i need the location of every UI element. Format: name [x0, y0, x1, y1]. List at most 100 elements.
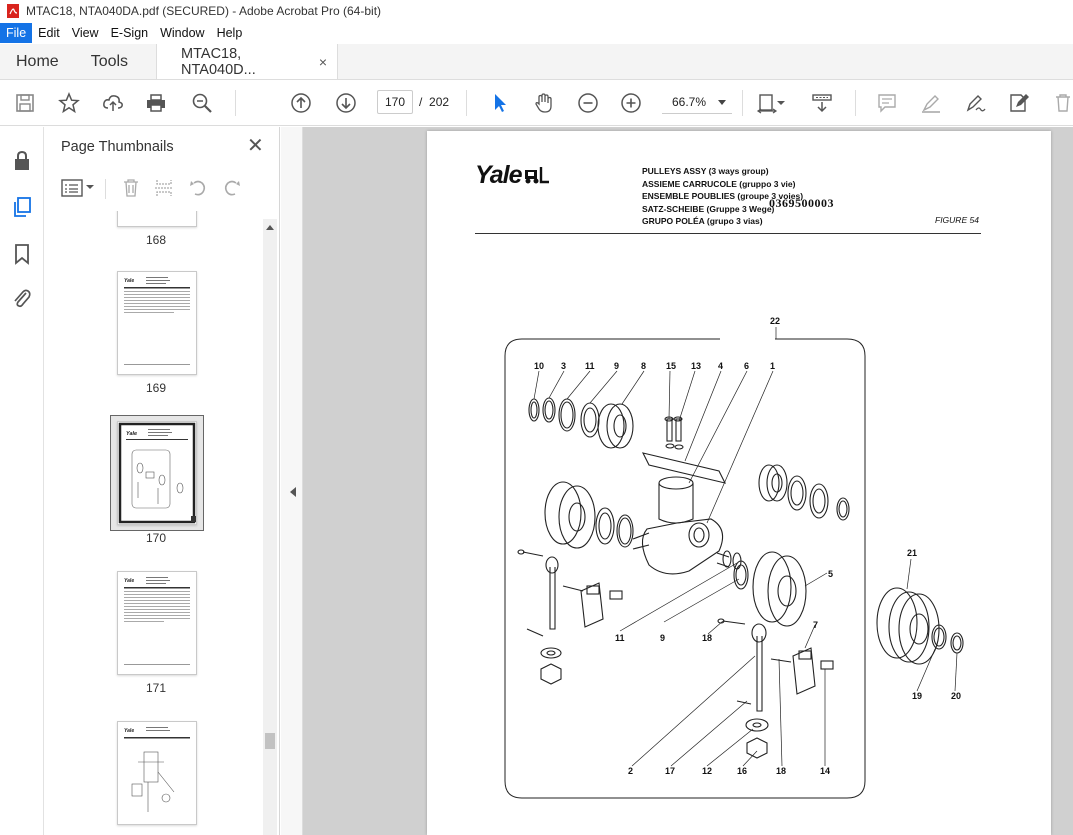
print-icon[interactable] — [144, 91, 168, 115]
thumbnail-scrollbar[interactable] — [263, 219, 277, 835]
svg-text:6: 6 — [744, 361, 749, 371]
svg-text:20: 20 — [951, 691, 961, 701]
title-bar: MTAC18, NTA040DA.pdf (SECURED) - Adobe A… — [0, 0, 1073, 22]
page-thumbnails-icon[interactable] — [10, 195, 34, 219]
svg-text:1: 1 — [770, 361, 775, 371]
window-title: MTAC18, NTA040DA.pdf (SECURED) - Adobe A… — [26, 4, 382, 18]
menu-view[interactable]: View — [66, 23, 105, 43]
thumbnail-options-icon[interactable] — [61, 179, 83, 197]
svg-text:22: 22 — [770, 316, 780, 326]
thumbnail-page-170[interactable]: Yale — [117, 421, 197, 525]
svg-text:Yale: Yale — [124, 578, 134, 584]
svg-text:18: 18 — [776, 766, 786, 776]
svg-text:Yale: Yale — [126, 431, 137, 437]
chevron-down-icon[interactable] — [86, 183, 94, 191]
exploded-parts-diagram: 22 10 3 11 9 8 15 13 4 6 1 5 21 11 9 18 … — [504, 316, 964, 799]
thumbnail-label: 170 — [145, 531, 167, 545]
menu-edit[interactable]: Edit — [32, 23, 66, 43]
scroll-mode-icon[interactable] — [810, 91, 834, 115]
menu-help[interactable]: Help — [211, 23, 249, 43]
highlight-pen-icon[interactable] — [919, 91, 943, 115]
svg-text:8: 8 — [641, 361, 646, 371]
left-navigation-rail — [0, 127, 44, 835]
svg-text:16: 16 — [737, 766, 747, 776]
cloud-upload-icon[interactable] — [101, 91, 125, 115]
svg-text:5: 5 — [828, 569, 833, 579]
tab-close-icon[interactable]: × — [319, 54, 327, 70]
lock-icon[interactable] — [10, 149, 34, 173]
svg-text:21: 21 — [907, 548, 917, 558]
svg-text:14: 14 — [820, 766, 830, 776]
svg-text:10: 10 — [534, 361, 544, 371]
thumbnail-page-171[interactable]: Yale — [117, 571, 197, 675]
zoom-in-icon[interactable] — [619, 91, 643, 115]
bookmark-star-icon[interactable] — [57, 91, 81, 115]
chevron-down-icon — [718, 100, 726, 105]
delete-icon[interactable] — [1051, 91, 1073, 115]
svg-text:2: 2 — [628, 766, 633, 776]
svg-text:9: 9 — [660, 633, 665, 643]
panel-splitter[interactable] — [281, 127, 303, 835]
menu-window[interactable]: Window — [154, 23, 210, 43]
zoom-search-icon[interactable] — [190, 91, 214, 115]
svg-text:15: 15 — [666, 361, 676, 371]
thumbnail-page-172[interactable]: Yale — [117, 721, 197, 825]
save-icon[interactable] — [13, 91, 37, 115]
tab-document[interactable]: MTAC18, NTA040D... × — [156, 44, 339, 79]
scroll-up-icon[interactable] — [266, 225, 274, 230]
tab-home[interactable]: Home — [0, 44, 75, 79]
thumbnail-label: 168 — [145, 233, 167, 247]
svg-text:18: 18 — [702, 633, 712, 643]
page-number-input[interactable]: 170 — [377, 90, 413, 114]
svg-text:Yale: Yale — [124, 728, 134, 734]
rotate-clockwise-icon[interactable] — [222, 178, 242, 198]
svg-text:4: 4 — [718, 361, 723, 371]
thumbnail-list: 168 Yale 169 Yale 170 Yale 171 Yale — [45, 211, 263, 835]
thumbnail-label: 169 — [145, 381, 167, 395]
scrollbar-thumb[interactable] — [265, 733, 275, 749]
fill-sign-icon[interactable] — [963, 91, 987, 115]
zoom-out-icon[interactable] — [576, 91, 600, 115]
edit-pdf-icon[interactable] — [1007, 91, 1031, 115]
close-panel-icon[interactable]: ✕ — [247, 136, 264, 156]
hand-tool-icon[interactable] — [532, 91, 556, 115]
previous-page-icon[interactable] — [289, 91, 313, 115]
thumbnail-page-168[interactable] — [117, 211, 197, 227]
acrobat-window: MTAC18, NTA040DA.pdf (SECURED) - Adobe A… — [0, 0, 1073, 835]
svg-text:9: 9 — [614, 361, 619, 371]
page-count: / 202 — [419, 95, 450, 109]
menu-bar: File Edit View E-Sign Window Help — [0, 22, 1073, 44]
attachments-paperclip-icon[interactable] — [10, 287, 34, 311]
part-callout-labels: 22 10 3 11 9 8 15 13 4 6 1 5 21 11 9 18 … — [534, 316, 961, 776]
svg-text:7: 7 — [813, 620, 818, 630]
tab-tools[interactable]: Tools — [75, 44, 144, 79]
collapse-panel-icon[interactable] — [290, 487, 296, 497]
next-page-icon[interactable] — [334, 91, 358, 115]
thumbnail-page-169[interactable]: Yale — [117, 271, 197, 375]
svg-text:13: 13 — [691, 361, 701, 371]
page-thumbnails-panel: Page Thumbnails ✕ 168 Yale 169 Yale 170 … — [45, 127, 280, 835]
thumbnail-tools — [45, 173, 280, 205]
rotate-counterclockwise-icon[interactable] — [188, 178, 208, 198]
menu-esign[interactable]: E-Sign — [105, 23, 155, 43]
pdf-page: Yale PULLEYS ASSY (3 ways group) ASSIEME… — [427, 131, 1051, 835]
chevron-down-icon[interactable] — [776, 91, 786, 115]
zoom-level-select[interactable]: 66.7% — [662, 90, 732, 114]
acrobat-pdf-icon — [7, 4, 19, 18]
delete-page-icon[interactable] — [121, 178, 141, 198]
bookmarks-icon[interactable] — [10, 242, 34, 266]
tab-bar: Home Tools MTAC18, NTA040D... × — [0, 44, 1073, 80]
extract-pages-icon[interactable] — [154, 178, 174, 198]
thumbnail-label: 171 — [145, 681, 167, 695]
svg-text:11: 11 — [585, 361, 595, 371]
tab-document-label: MTAC18, NTA040D... — [181, 45, 256, 78]
panel-title: Page Thumbnails — [61, 139, 174, 155]
svg-text:17: 17 — [665, 766, 675, 776]
comment-icon[interactable] — [875, 91, 899, 115]
svg-text:11: 11 — [615, 633, 625, 643]
svg-text:Yale: Yale — [124, 278, 134, 284]
svg-text:12: 12 — [702, 766, 712, 776]
svg-text:19: 19 — [912, 691, 922, 701]
select-cursor-icon[interactable] — [488, 91, 512, 115]
menu-file[interactable]: File — [0, 23, 33, 43]
